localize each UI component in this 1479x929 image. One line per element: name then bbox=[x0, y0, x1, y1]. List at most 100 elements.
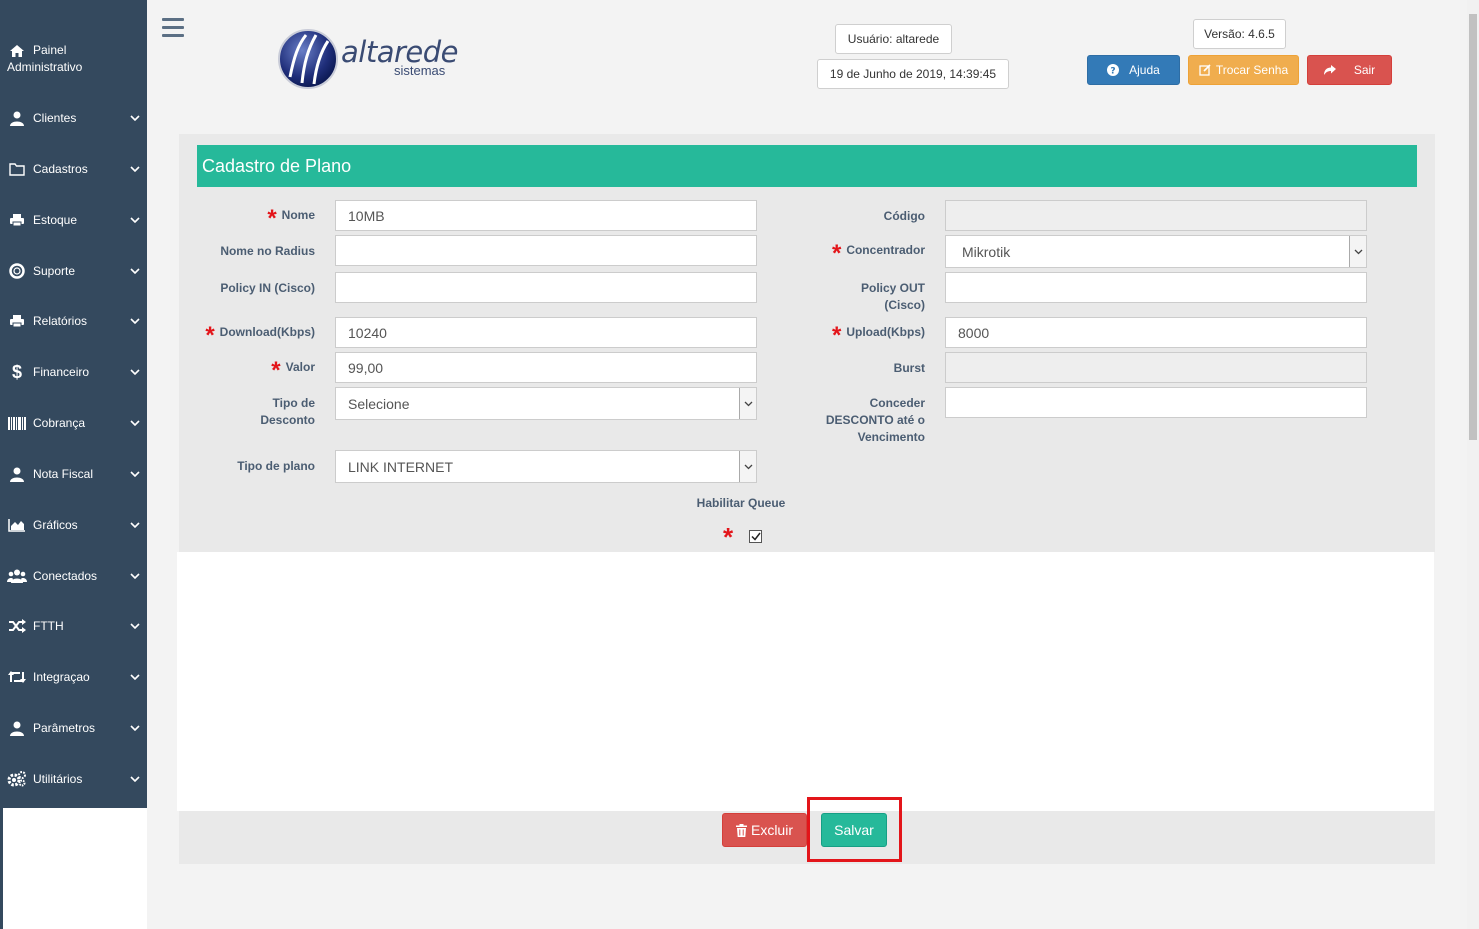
barcode-icon bbox=[7, 414, 27, 432]
trash-icon bbox=[735, 823, 747, 837]
delete-button[interactable]: Excluir bbox=[722, 813, 807, 847]
chevron-down-icon bbox=[123, 318, 147, 324]
sidebar-item-financeiro[interactable]: $ Financeiro bbox=[0, 352, 147, 392]
sidebar-item-label: Utilitários bbox=[33, 772, 83, 786]
folder-icon bbox=[7, 160, 27, 178]
policy-in-input[interactable] bbox=[335, 272, 757, 303]
concentrador-label: * Concentrador bbox=[790, 241, 925, 265]
desconto-label-line1: Conceder bbox=[869, 396, 925, 410]
chevron-down-icon bbox=[123, 776, 147, 782]
policy-in-label: Policy IN (Cisco) bbox=[220, 281, 315, 295]
sidebar-item-label: FTTH bbox=[33, 619, 64, 633]
sidebar-item-estoque[interactable]: Estoque bbox=[0, 200, 147, 240]
chevron-down-icon bbox=[739, 451, 756, 482]
life-ring-icon bbox=[7, 262, 27, 280]
tipo-plano-label: Tipo de plano bbox=[237, 459, 315, 473]
svg-text:?: ? bbox=[1111, 67, 1116, 77]
user-icon bbox=[7, 109, 27, 127]
policy-out-input[interactable] bbox=[945, 272, 1367, 303]
nome-label: * Nome bbox=[195, 206, 315, 230]
burst-label: Burst bbox=[893, 361, 925, 375]
chevron-down-icon bbox=[123, 573, 147, 579]
sidebar-item-ftth[interactable]: FTTH bbox=[0, 606, 147, 646]
radius-input[interactable] bbox=[335, 235, 757, 266]
required-asterisk-icon: * bbox=[723, 522, 734, 552]
sidebar-item-cadastros[interactable]: Cadastros bbox=[0, 149, 147, 189]
scrollbar-thumb[interactable] bbox=[1469, 14, 1477, 440]
sidebar-item-graficos[interactable]: Gráficos bbox=[0, 505, 147, 545]
chevron-down-icon bbox=[123, 166, 147, 172]
nome-input[interactable]: 10MB bbox=[335, 200, 757, 231]
sidebar-item-label: Suporte bbox=[33, 264, 76, 278]
chevron-down-icon bbox=[123, 369, 147, 375]
desconto-vencimento-input[interactable] bbox=[945, 387, 1367, 418]
codigo-input bbox=[945, 200, 1367, 231]
edit-icon bbox=[1199, 64, 1211, 76]
menu-toggle-icon[interactable] bbox=[162, 18, 184, 37]
queue-label: Habilitar Queue bbox=[696, 496, 786, 510]
sidebar-item-painel[interactable]: Painel Administrativo bbox=[0, 42, 147, 82]
required-asterisk-icon: * bbox=[831, 239, 842, 267]
sidebar-item-label: Parâmetros bbox=[33, 721, 96, 735]
radius-label: Nome no Radius bbox=[220, 244, 315, 258]
sidebar-item-utilitarios[interactable]: Utilitários bbox=[0, 759, 147, 799]
sidebar-item-relatorios[interactable]: Relatórios bbox=[0, 301, 147, 341]
form-title: Cadastro de Plano bbox=[197, 145, 1417, 187]
logo-globe-icon bbox=[278, 29, 338, 89]
upload-input[interactable]: 8000 bbox=[945, 317, 1367, 348]
help-button[interactable]: ? Ajuda bbox=[1087, 55, 1180, 85]
logout-button[interactable]: Sair bbox=[1307, 55, 1392, 85]
sidebar-item-label: Clientes bbox=[33, 111, 77, 125]
retweet-icon bbox=[7, 668, 27, 686]
sidebar-item-label: Financeiro bbox=[33, 365, 90, 379]
chevron-down-icon bbox=[123, 674, 147, 680]
shuffle-icon bbox=[7, 617, 27, 635]
sidebar-item-conectados[interactable]: Conectados bbox=[0, 556, 147, 596]
tipo-desconto-label-line1: Tipo de bbox=[272, 396, 315, 410]
concentrador-label-text: Concentrador bbox=[846, 243, 925, 257]
sidebar-item-clientes[interactable]: Clientes bbox=[0, 98, 147, 138]
chevron-down-icon bbox=[123, 420, 147, 426]
required-asterisk-icon: * bbox=[271, 356, 281, 384]
sidebar-item-label: Nota Fiscal bbox=[33, 467, 94, 481]
download-label: * Download(Kbps) bbox=[185, 323, 315, 347]
user-icon bbox=[7, 719, 27, 737]
chevron-down-icon bbox=[123, 471, 147, 477]
queue-checkbox[interactable] bbox=[749, 530, 762, 543]
upload-label-text: Upload(Kbps) bbox=[846, 325, 925, 339]
version-box: Versão: 4.6.5 bbox=[1193, 19, 1286, 49]
question-circle-icon: ? bbox=[1107, 64, 1120, 77]
chevron-down-icon bbox=[123, 115, 147, 121]
policy-out-label: Policy OUT (Cisco) bbox=[805, 280, 925, 314]
nome-label-text: Nome bbox=[281, 208, 315, 222]
sidebar-item-cobranca[interactable]: Cobrança bbox=[0, 403, 147, 443]
painel-label-line2: Administrativo bbox=[7, 60, 83, 74]
valor-input[interactable]: 99,00 bbox=[335, 352, 757, 383]
users-icon bbox=[7, 567, 27, 585]
change-password-label: Trocar Senha bbox=[1215, 63, 1289, 77]
page-scrollbar[interactable] bbox=[1467, 0, 1479, 929]
tipo-desconto-value: Selecione bbox=[348, 395, 410, 412]
sidebar-item-label: Conectados bbox=[33, 569, 98, 583]
sidebar-item-suporte[interactable]: Suporte bbox=[0, 251, 147, 291]
logo: altarede sistemas bbox=[276, 27, 466, 91]
tipo-plano-select[interactable]: LINK INTERNET bbox=[335, 450, 757, 483]
policy-out-label-line1: Policy OUT bbox=[860, 281, 925, 295]
sidebar-item-parametros[interactable]: Parâmetros bbox=[0, 708, 147, 748]
sidebar-item-integracao[interactable]: Integraçao bbox=[0, 657, 147, 697]
chevron-down-icon bbox=[123, 623, 147, 629]
chevron-down-icon bbox=[123, 217, 147, 223]
save-button-highlight bbox=[807, 797, 902, 862]
concentrador-select[interactable]: Mikrotik bbox=[945, 235, 1367, 268]
sidebar-blank-area bbox=[0, 808, 147, 929]
change-password-button[interactable]: Trocar Senha bbox=[1188, 55, 1299, 85]
sidebar-item-label: Cadastros bbox=[33, 162, 88, 176]
download-input[interactable]: 10240 bbox=[335, 317, 757, 348]
policy-out-label-line2: (Cisco) bbox=[884, 298, 925, 312]
sidebar-item-nota-fiscal[interactable]: Nota Fiscal bbox=[0, 454, 147, 494]
delete-label: Excluir bbox=[750, 822, 793, 838]
logo-subtext: sistemas bbox=[394, 63, 446, 78]
tipo-desconto-select[interactable]: Selecione bbox=[335, 387, 757, 420]
upload-label: * Upload(Kbps) bbox=[805, 323, 925, 347]
burst-input bbox=[945, 352, 1367, 383]
